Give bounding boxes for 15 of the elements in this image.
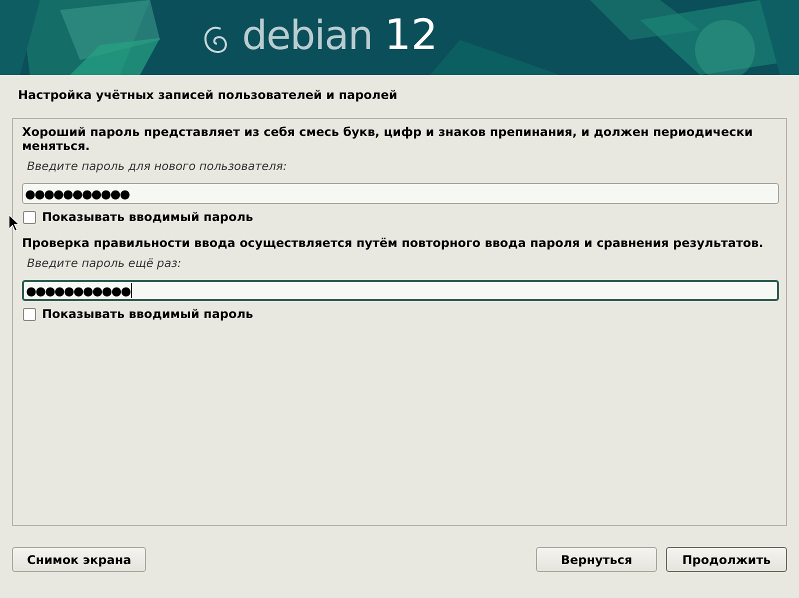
page-title: Настройка учётных записей пользователей и паролей (18, 88, 398, 104)
password-field[interactable]: ●●●●●●●●●●● (22, 183, 779, 204)
field-prompt: Введите пароль ещё раз: (27, 256, 182, 270)
password-field[interactable]: ●●●●●●●●●●● (22, 280, 779, 301)
show-password-checkbox[interactable]: Показывать вводимый пароль (23, 210, 254, 224)
field-prompt: Введите пароль для нового пользователя: (27, 159, 288, 173)
back-button[interactable]: Вернуться (536, 547, 657, 572)
screenshot-button[interactable]: Снимок экрана (12, 547, 146, 572)
mouse-pointer-icon (9, 215, 19, 231)
continue-button[interactable]: Продолжить (666, 547, 787, 572)
description-text: Хороший пароль представляет из себя смесь букв, цифр и знаков препинания, и должен периодически меняться. (22, 125, 754, 153)
show-password-checkbox[interactable]: Показывать вводимый пароль (23, 307, 254, 321)
logo-text: debian (242, 13, 372, 59)
description-text: Проверка правильности ввода осуществляется путём повторного ввода пароля и сравнения результатов. (22, 236, 764, 250)
version-number: 12 (384, 10, 438, 59)
